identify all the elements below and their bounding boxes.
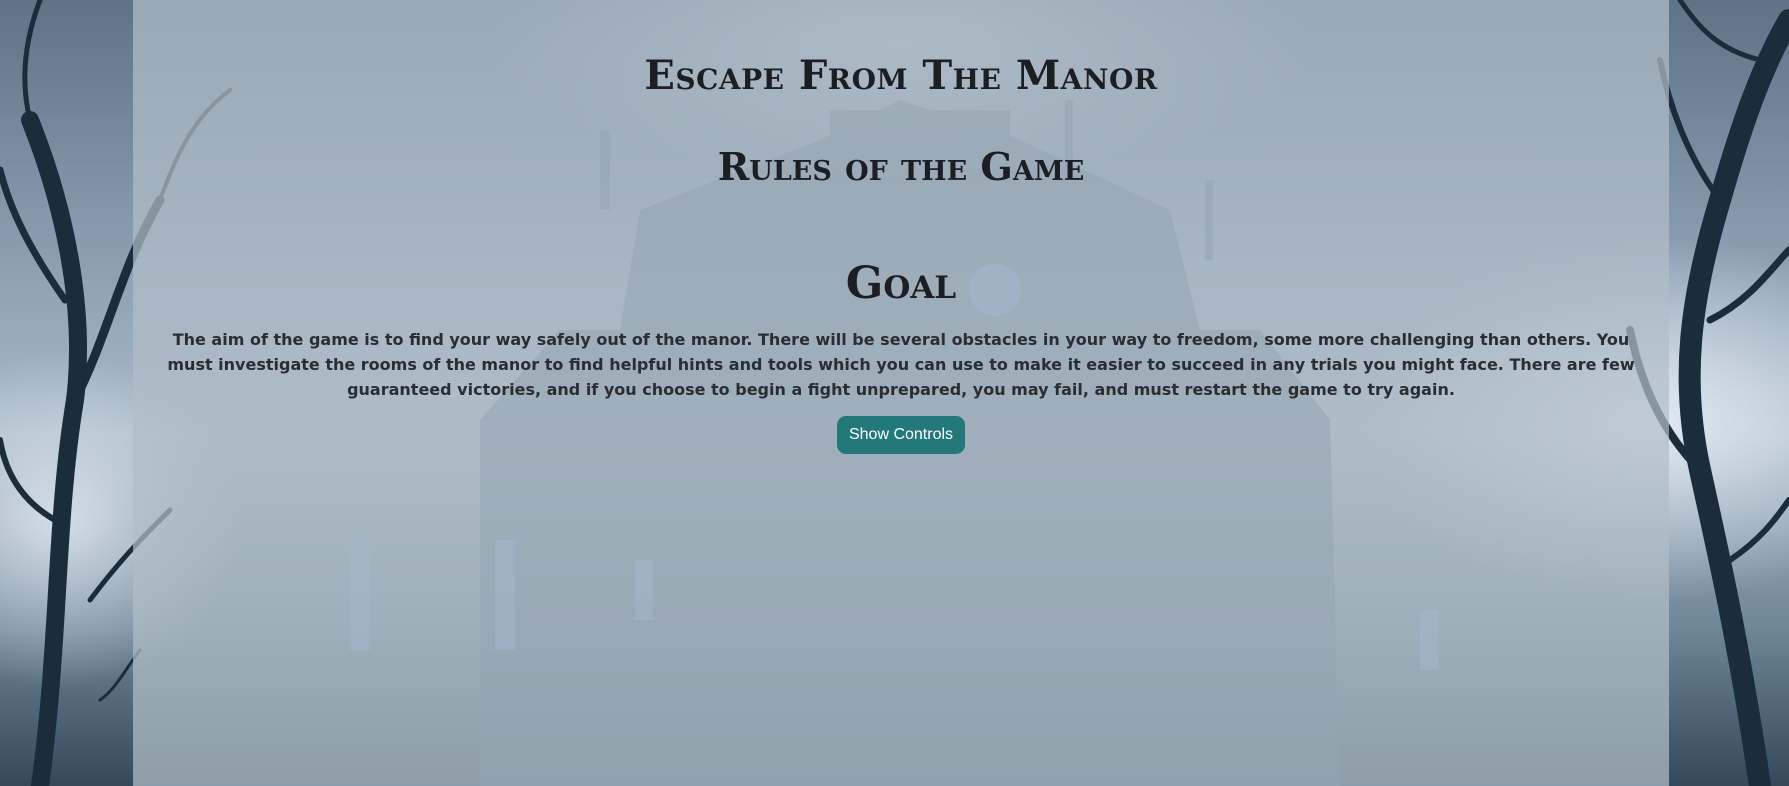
show-controls-button[interactable]: Show Controls: [837, 416, 965, 454]
page-title: Escape From The Manor: [644, 52, 1158, 99]
page-stage: Escape From The Manor Rules of the Game …: [0, 0, 1789, 786]
rules-heading: Rules of the Game: [717, 144, 1085, 189]
goal-description: The aim of the game is to find your way …: [167, 330, 1635, 399]
goal-heading: Goal: [845, 258, 957, 309]
